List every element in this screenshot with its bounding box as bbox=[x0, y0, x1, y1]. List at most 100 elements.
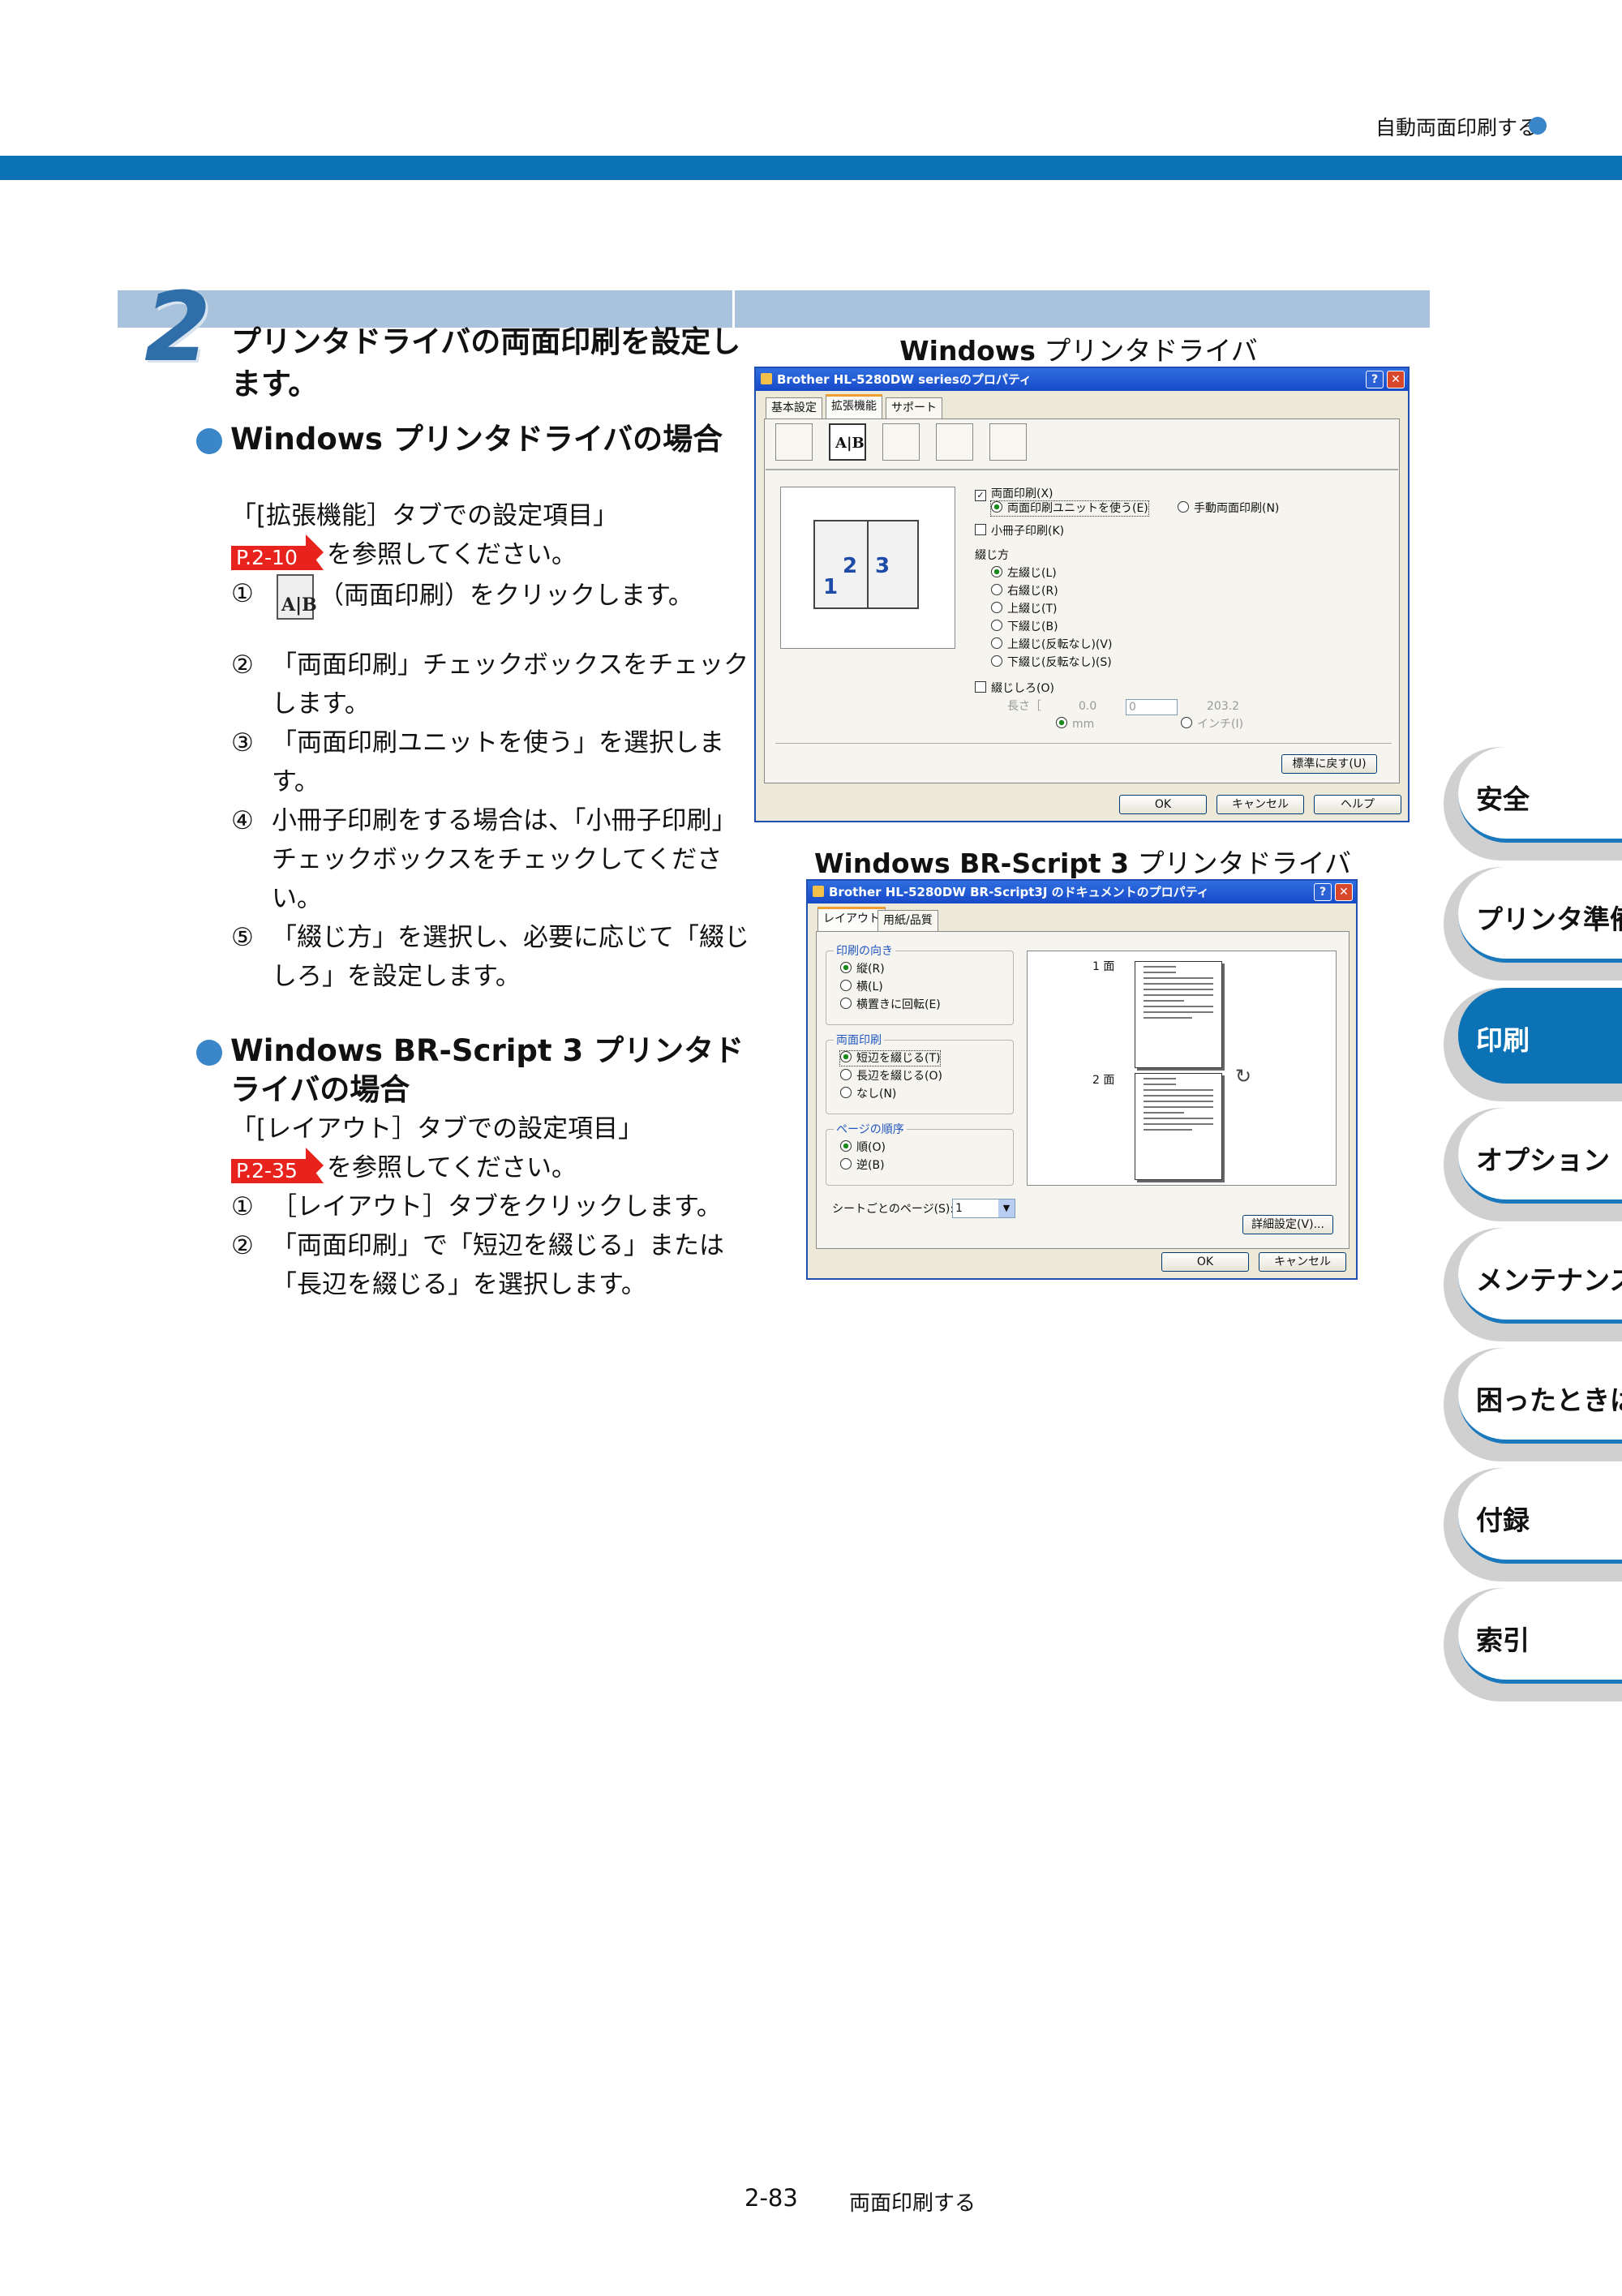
use-duplex-unit-radio[interactable]: 両面印刷ユニットを使う(E) bbox=[990, 500, 1149, 517]
close-icon[interactable]: ✕ bbox=[1387, 371, 1405, 388]
watermark-tool-icon[interactable] bbox=[882, 423, 920, 461]
ok-button[interactable]: OK bbox=[1161, 1252, 1249, 1272]
binding-radio-right[interactable]: 右綴じ(R) bbox=[991, 584, 1058, 599]
item-number: ② bbox=[231, 650, 254, 680]
duplex-tool-icon: A|B bbox=[277, 574, 317, 620]
window-titlebar[interactable]: Brother HL-5280DW seriesのプロパティ ? ✕ bbox=[756, 368, 1408, 391]
preview-page-number: 3 bbox=[875, 554, 890, 578]
cancel-button[interactable]: キャンセル bbox=[1259, 1252, 1346, 1272]
side-tab-appendix[interactable]: 付録 bbox=[1444, 1468, 1622, 1581]
list-item: ④ 小冊子印刷をする場合は、「小冊子印刷」チェックボックスをチェックしてください… bbox=[231, 801, 754, 918]
page-setting-tool-icon[interactable] bbox=[936, 423, 973, 461]
orientation-portrait-radio[interactable]: 縦(R) bbox=[840, 962, 885, 976]
booklet-preview: 2 3 1 bbox=[813, 520, 919, 609]
page-order-label: ページの順序 bbox=[834, 1122, 907, 1137]
screenshot-caption: Windows プリンタドライバ bbox=[899, 335, 1258, 367]
binding-label: 綴じ方 bbox=[975, 549, 1009, 562]
preview-pane: 1 面 2 面 ↻ bbox=[1027, 951, 1337, 1186]
printer-icon bbox=[761, 373, 772, 384]
reference-text: を参照してください。 bbox=[326, 540, 577, 569]
page-thumb bbox=[1135, 961, 1222, 1068]
tab-basic[interactable]: 基本設定 bbox=[766, 397, 822, 418]
cancel-button[interactable]: キャンセル bbox=[1216, 795, 1304, 814]
duplex-checkbox[interactable]: 両面印刷(X) bbox=[975, 487, 1053, 501]
tab-layout[interactable]: レイアウト bbox=[817, 907, 886, 932]
side-tab-printing[interactable]: 印刷 bbox=[1444, 988, 1622, 1101]
length-label: 長さ［ bbox=[1007, 700, 1041, 713]
duplex-long-edge-radio[interactable]: 長辺を綴じる(O) bbox=[840, 1069, 942, 1084]
length-input[interactable]: 0 bbox=[1126, 699, 1178, 715]
page-reference-link[interactable]: P.2-35 bbox=[231, 1159, 324, 1183]
duplex-tool-icon[interactable]: A|B bbox=[829, 423, 866, 461]
list-item: ⑤ 「綴じ方」を選択し、必要に応じて「綴じしろ」を設定します。 bbox=[231, 918, 754, 996]
page-order-reverse-radio[interactable]: 逆(B) bbox=[840, 1158, 885, 1173]
duplex-short-edge-radio[interactable]: 短辺を綴じる(T) bbox=[839, 1050, 942, 1066]
side-tab-options[interactable]: オプション bbox=[1444, 1108, 1622, 1221]
binding-radio-bottom-noflip[interactable]: 下綴じ(反転なし)(S) bbox=[991, 655, 1112, 670]
item-number: ① bbox=[231, 579, 254, 608]
page-thumb bbox=[1135, 1073, 1222, 1180]
side-tab-index[interactable]: 索引 bbox=[1444, 1588, 1622, 1702]
binding-radio-top-noflip[interactable]: 上綴じ(反転なし)(V) bbox=[991, 637, 1112, 652]
item-text: 「綴じ方」を選択し、必要に応じて「綴じしろ」を設定します。 bbox=[272, 923, 749, 991]
help-icon[interactable]: ? bbox=[1366, 371, 1384, 388]
page-reference-link[interactable]: P.2-10 bbox=[231, 546, 324, 570]
device-option-tool-icon[interactable] bbox=[989, 423, 1027, 461]
item-text: 「両面印刷」で「短辺を綴じる」または「長辺を綴じる」を選択します。 bbox=[272, 1231, 724, 1299]
chevron-down-icon[interactable]: ▼ bbox=[998, 1199, 1015, 1217]
side-tab-printer-setup[interactable]: プリンタ準備 bbox=[1444, 867, 1622, 981]
booklet-checkbox[interactable]: 小冊子印刷(K) bbox=[975, 524, 1064, 539]
help-button[interactable]: ヘルプ bbox=[1314, 795, 1401, 814]
side-tab-troubleshooting[interactable]: 困ったときは bbox=[1444, 1348, 1622, 1461]
printer-icon bbox=[813, 886, 824, 897]
footer-title: 両面印刷する bbox=[849, 2191, 976, 2216]
tab-support[interactable]: サポート bbox=[886, 397, 942, 418]
duplex-none-radio[interactable]: なし(N) bbox=[840, 1087, 896, 1101]
list-item: ② 「両面印刷」で「短辺を綴じる」または「長辺を綴じる」を選択します。 bbox=[231, 1226, 754, 1304]
orientation-label: 印刷の向き bbox=[834, 944, 895, 959]
help-icon[interactable]: ? bbox=[1314, 883, 1332, 901]
margin-checkbox[interactable]: 綴じしろ(O) bbox=[975, 681, 1054, 696]
binding-radio-left[interactable]: 左綴じ(L) bbox=[991, 566, 1057, 581]
ok-button[interactable]: OK bbox=[1119, 795, 1207, 814]
defaults-button[interactable]: 標準に戻す(U) bbox=[1281, 754, 1377, 774]
window-titlebar[interactable]: Brother HL-5280DW BR-Script3J のドキュメントのプロ… bbox=[808, 881, 1356, 903]
list-item: ① A|B （両面印刷）をクリックします。 bbox=[231, 574, 754, 620]
manual-duplex-radio[interactable]: 手動両面印刷(N) bbox=[1178, 501, 1279, 516]
section-heading-text: Windows プリンタドライバの場合 bbox=[230, 422, 723, 457]
close-icon[interactable]: ✕ bbox=[1335, 883, 1353, 901]
list-item: ③ 「両面印刷ユニットを使う」を選択します。 bbox=[231, 723, 754, 801]
page-order-forward-radio[interactable]: 順(O) bbox=[840, 1140, 886, 1155]
duplex-label: 両面印刷 bbox=[834, 1033, 884, 1048]
length-min: 0.0 bbox=[1079, 700, 1097, 713]
section-heading-windows: Windows プリンタドライバの場合 bbox=[196, 420, 748, 459]
tab-advanced[interactable]: 拡張機能 bbox=[826, 394, 882, 419]
preview-page-number: 1 bbox=[823, 575, 839, 599]
item-number: ④ bbox=[231, 806, 254, 835]
side-tab-maintenance[interactable]: メンテナンス bbox=[1444, 1228, 1622, 1341]
unit-mm-radio[interactable]: mm bbox=[1056, 717, 1094, 732]
orientation-landscape-radio[interactable]: 横(L) bbox=[840, 980, 883, 994]
binding-radio-bottom[interactable]: 下綴じ(B) bbox=[991, 620, 1058, 634]
binding-radio-top[interactable]: 上綴じ(T) bbox=[991, 602, 1057, 616]
item-text: 「両面印刷ユニットを使う」を選択します。 bbox=[272, 728, 724, 796]
pages-per-sheet-select[interactable]: 1 ▼ bbox=[952, 1199, 1015, 1218]
item-text: 小冊子印刷をする場合は、「小冊子印刷」チェックボックスをチェックしてください。 bbox=[272, 806, 737, 913]
item-number: ③ bbox=[231, 728, 254, 757]
preview-page-number: 2 bbox=[843, 554, 858, 578]
tab-paper-quality[interactable]: 用紙/品質 bbox=[878, 910, 938, 931]
side-tab-label: メンテナンス bbox=[1476, 1264, 1622, 1296]
side-tab-label: プリンタ準備 bbox=[1476, 903, 1622, 935]
side-tab-safety[interactable]: 安全 bbox=[1444, 747, 1622, 860]
item-text: （両面印刷）をクリックします。 bbox=[319, 581, 693, 611]
pages-per-sheet-label: シートごとのページ(S): bbox=[832, 1203, 955, 1216]
quality-tool-icon[interactable] bbox=[775, 423, 813, 461]
section-heading-brscript: Windows BR-Script 3 プリンタドライバの場合 bbox=[196, 1032, 748, 1109]
unit-inch-radio[interactable]: インチ(I) bbox=[1181, 717, 1243, 732]
advanced-button[interactable]: 詳細設定(V)... bbox=[1242, 1215, 1333, 1234]
orientation-rotated-radio[interactable]: 横置きに回転(E) bbox=[840, 998, 941, 1012]
pane-divider bbox=[775, 743, 1392, 744]
list-item: ① ［レイアウト］タブをクリックします。 bbox=[231, 1187, 754, 1226]
window-title: Brother HL-5280DW seriesのプロパティ bbox=[777, 372, 1032, 387]
screenshot-caption: Windows BR-Script 3 プリンタドライバ bbox=[814, 848, 1351, 879]
